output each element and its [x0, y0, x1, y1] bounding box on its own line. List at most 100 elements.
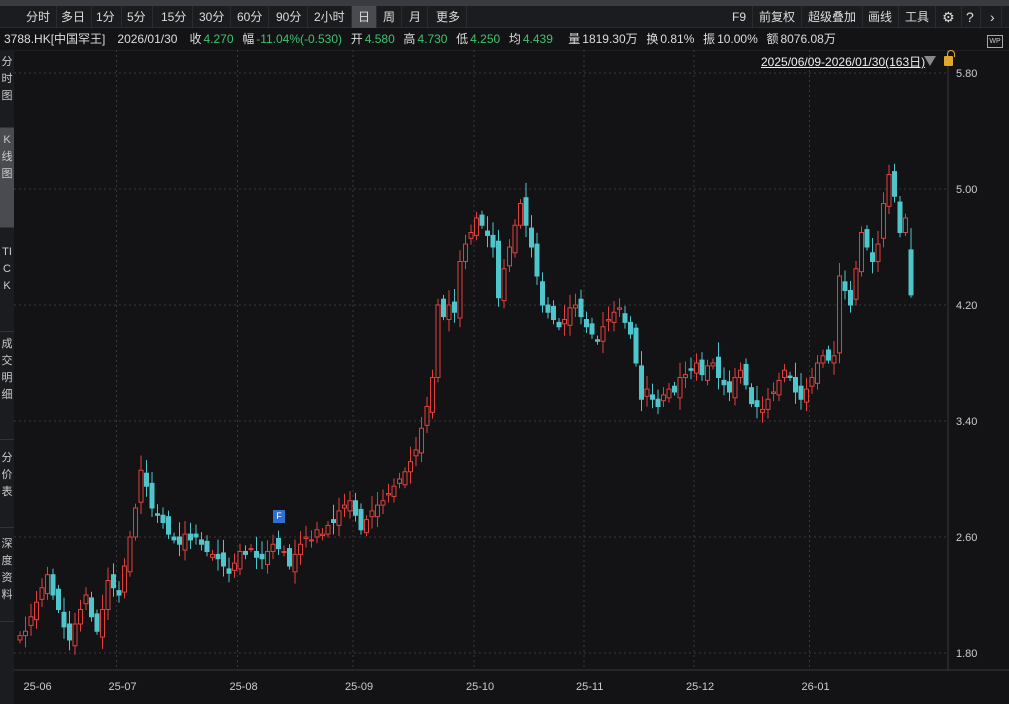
candle-down [672, 385, 677, 393]
period-tab-11[interactable]: 月 [403, 6, 429, 28]
candle-up [320, 533, 325, 537]
candle-up [600, 326, 606, 342]
candle-down [188, 533, 193, 541]
candle-down [727, 381, 732, 393]
candle-up [611, 311, 617, 323]
toolbar-button-4[interactable]: 工具 [899, 6, 937, 28]
period-tab-4[interactable]: 15分 [155, 6, 194, 28]
open-value: 4.580 [364, 32, 395, 46]
period-tab-1[interactable]: 多日 [55, 6, 93, 28]
x-tick-label: 25-11 [576, 681, 603, 693]
candle-down [650, 394, 655, 400]
candle-up [281, 551, 287, 553]
candle-down [166, 516, 171, 535]
wp-icon[interactable]: WP [987, 35, 1003, 48]
sidebar-tab-1[interactable]: K线图 [0, 128, 14, 228]
x-tick-label: 25-07 [109, 681, 137, 693]
candle-up [760, 408, 765, 413]
candle-up [17, 635, 23, 641]
candle-down [793, 377, 798, 393]
sidebar-tab-0[interactable]: 分时图 [0, 50, 14, 128]
candle-up [265, 551, 270, 566]
candle-up [122, 565, 127, 593]
candle-up [397, 478, 402, 484]
period-tab-8[interactable]: 2小时 [308, 6, 352, 28]
candle-up [347, 500, 353, 512]
close-value: 4.270 [203, 32, 234, 46]
candle-up [314, 529, 320, 538]
candle-up [457, 261, 463, 319]
toolbar-button-3[interactable]: 画线 [862, 6, 900, 28]
candle-up [694, 362, 699, 374]
close-label: 收 [189, 32, 202, 46]
candle-down [622, 313, 628, 323]
period-tab-12[interactable]: 更多 [430, 6, 468, 28]
period-tab-6[interactable]: 60分 [231, 6, 270, 28]
chevron-right-icon[interactable]: › [984, 6, 1002, 28]
candle-up [738, 369, 743, 378]
toolbar-button-2[interactable]: 超级叠加 [802, 6, 864, 28]
candle-down [908, 249, 914, 296]
candle-down [595, 339, 600, 342]
period-tab-10[interactable]: 周 [377, 6, 403, 28]
candle-down [331, 519, 336, 524]
candle-up [512, 224, 518, 254]
candlestick-chart[interactable]: 5.80 5.00 4.20 3.40 2.60 1.80 25-06 25-07 25-08 2… [14, 50, 1009, 704]
candle-up [232, 562, 237, 571]
candle-up [210, 553, 215, 558]
period-tab-0[interactable]: 分时 [20, 6, 58, 28]
sidebar-tab-5[interactable]: 深度资料 [0, 532, 14, 622]
candle-down [67, 623, 72, 641]
quote-date: 2026/01/30 [117, 32, 178, 46]
amount-label: 额 [766, 32, 779, 46]
date-range[interactable]: 2025/06/09-2026/01/30(163日) [761, 53, 925, 70]
period-tab-9[interactable]: 日 [352, 6, 378, 28]
candle-up [303, 536, 309, 539]
candle-up [391, 485, 397, 497]
help-icon[interactable]: ? [960, 6, 981, 28]
range-dropdown-icon[interactable] [924, 56, 936, 66]
candle-up [309, 539, 314, 542]
candle-up [831, 355, 837, 364]
candle-down [199, 539, 204, 545]
quote-info-bar: 3788.HK[中国罕王] 2026/01/30 收 4.270 幅 -11.04%… [0, 29, 1009, 49]
period-tab-3[interactable]: 5分 [121, 6, 153, 28]
candle-up [567, 307, 573, 326]
candle-down [149, 482, 155, 509]
y-tick-label: 3.40 [956, 416, 977, 428]
candle-down [204, 540, 210, 553]
candle-up [270, 543, 276, 552]
period-tab-5[interactable]: 30分 [193, 6, 232, 28]
candle-up [83, 594, 89, 605]
event-marker[interactable]: F [273, 510, 285, 523]
sidebar-tab-2[interactable]: TICK [0, 240, 14, 332]
candle-down [193, 533, 199, 538]
candle-down [276, 537, 281, 550]
candle-down [50, 574, 56, 596]
candle-down [870, 252, 875, 263]
lock-icon[interactable] [944, 50, 955, 66]
candle-up [380, 500, 386, 506]
settings-icon[interactable]: ⚙ [936, 6, 962, 28]
toolbar-button-1[interactable]: 前复权 [753, 6, 803, 28]
period-tab-2[interactable]: 1分 [90, 6, 122, 28]
candle-up [78, 609, 83, 625]
y-tick-label: 4.20 [956, 300, 977, 312]
candle-down [353, 500, 358, 516]
candle-down [61, 611, 67, 628]
sidebar-tab-3[interactable]: 成交明细 [0, 332, 14, 440]
period-tab-7[interactable]: 90分 [270, 6, 309, 28]
candle-down [94, 613, 100, 632]
toolbar-button-0[interactable]: F9 [726, 6, 754, 28]
candle-up [820, 355, 826, 364]
candle-up [138, 469, 144, 503]
candle-down [556, 321, 562, 328]
candle-up [859, 232, 864, 273]
turnover-value: 0.81% [660, 32, 695, 46]
sidebar-tab-4[interactable]: 分价表 [0, 446, 14, 528]
candle-down [490, 234, 496, 248]
candle-down [897, 201, 903, 234]
candle-up [419, 427, 424, 454]
volume-label: 量 [568, 32, 581, 46]
turnover-label: 换 [646, 32, 659, 46]
